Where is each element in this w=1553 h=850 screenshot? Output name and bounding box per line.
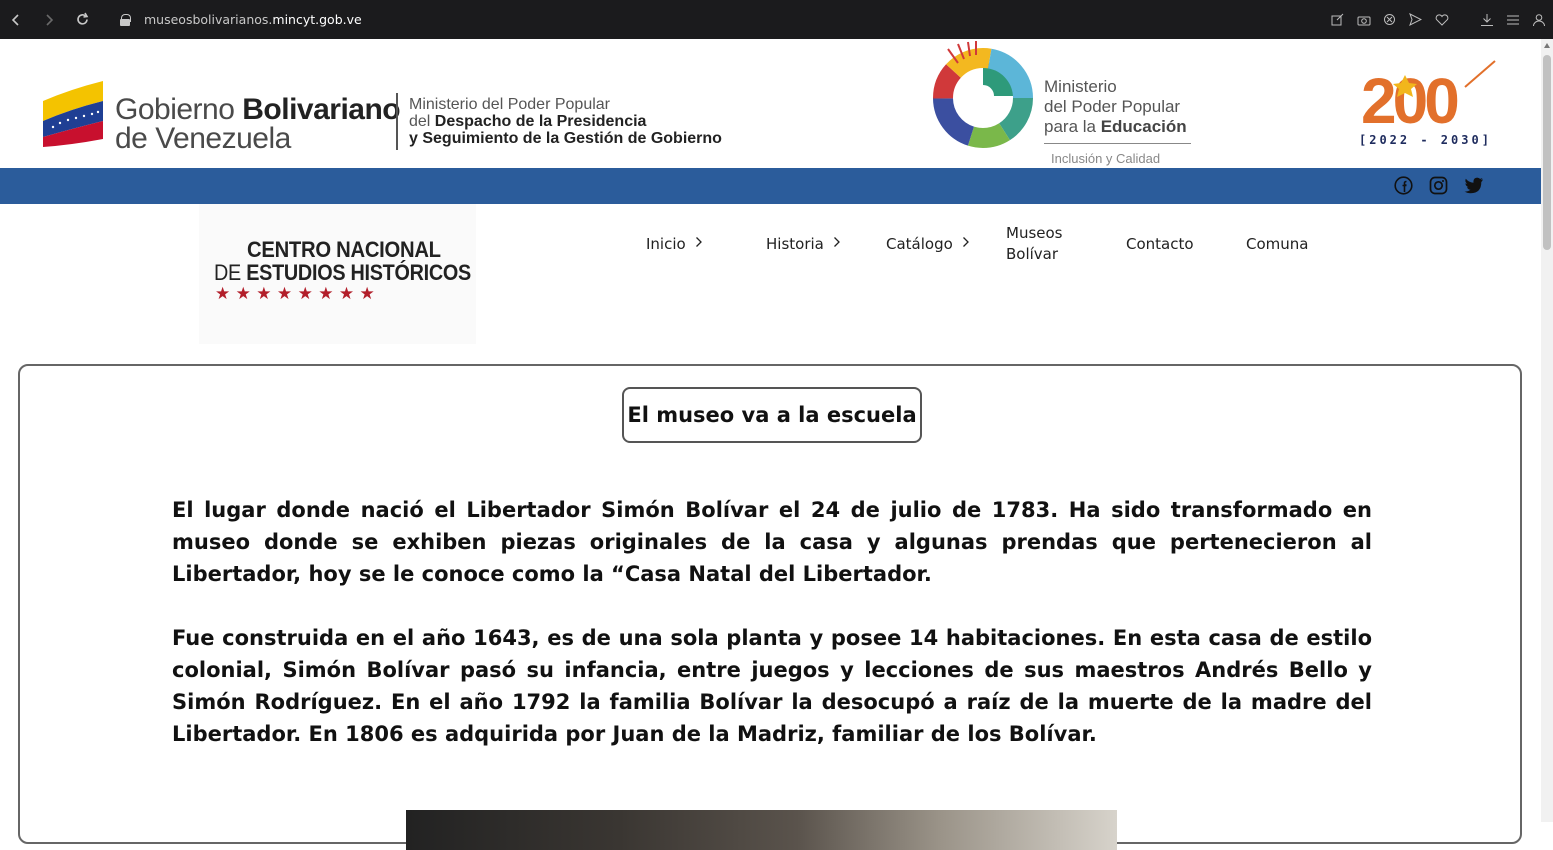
chevron-right-icon <box>833 236 841 252</box>
paragraph-casa-natal: El lugar donde nació el Libertador Simón… <box>172 498 1372 586</box>
instagram-icon[interactable] <box>1427 174 1450 197</box>
chevron-right-icon <box>962 236 970 252</box>
nav-comuna[interactable]: Comuna <box>1246 222 1308 266</box>
nav-inicio[interactable]: Inicio <box>646 222 703 266</box>
page-scrollbar[interactable] <box>1541 39 1553 822</box>
forward-icon[interactable] <box>33 0 65 39</box>
ministerio-educacion-text: Ministerio del Poder Popular para la Edu… <box>1044 77 1187 136</box>
section-heading: El museo va a la escuela <box>622 387 922 443</box>
browser-toolbar: museosbolivarianos.mincyt.gob.ve <box>0 0 1553 39</box>
download-icon[interactable] <box>1478 11 1495 28</box>
url-text: museosbolivarianos.mincyt.gob.ve <box>144 12 362 27</box>
profile-icon[interactable] <box>1530 11 1547 28</box>
social-links <box>1392 174 1485 197</box>
cneh-stars: ★ ★ ★ ★ ★ ★ ★ ★ <box>215 284 375 304</box>
government-header: Gobierno Bolivariano de Venezuela Minist… <box>0 39 1541 168</box>
edu-slogan: Inclusión y Calidad <box>1051 151 1161 166</box>
nav-comuna-label: Comuna <box>1246 235 1309 253</box>
ministerio-despacho-text: Ministerio del Poder Popular del Despach… <box>409 96 722 147</box>
nav-historia[interactable]: Historia <box>766 222 841 266</box>
bicentenario-200-number: 200 <box>1361 65 1457 137</box>
address-bar[interactable]: museosbolivarianos.mincyt.gob.ve <box>120 0 362 39</box>
content-card: El museo va a la escuela El lugar donde … <box>18 364 1522 850</box>
nav-museos-bolivar[interactable]: Museos Bolívar <box>1006 222 1062 266</box>
twitter-icon[interactable] <box>1462 174 1485 197</box>
gobierno-logo-text: Gobierno Bolivariano de Venezuela <box>115 93 401 155</box>
venezuela-flag-logo <box>43 81 103 147</box>
paragraph-historia-casa: Fue construida en el año 1643, es de una… <box>172 626 1372 746</box>
nav-historia-label: Historia <box>766 235 824 253</box>
edu-underline <box>1044 143 1191 144</box>
chevron-right-icon <box>695 236 703 252</box>
bicentenario-200-logo: 200 [2022 - 2030] <box>1359 60 1496 147</box>
cneh-logo[interactable]: CENTRO NACIONAL DE ESTUDIOS HISTÓRICOS ★… <box>199 204 476 344</box>
nav-contacto-label: Contacto <box>1126 235 1194 253</box>
menu-icon[interactable] <box>1504 11 1521 28</box>
nav-museos-label: Museos Bolívar <box>1006 224 1063 263</box>
heart-icon[interactable] <box>1433 11 1450 28</box>
scrollbar-thumb[interactable] <box>1543 55 1551 250</box>
nav-inicio-label: Inicio <box>646 235 686 253</box>
museum-photo <box>406 810 1117 850</box>
browser-actions <box>1329 0 1547 39</box>
block-icon[interactable] <box>1381 11 1398 28</box>
edit-icon[interactable] <box>1329 11 1346 28</box>
nav-catalogo[interactable]: Catálogo <box>886 222 970 266</box>
blue-social-bar <box>0 168 1541 204</box>
scroll-up-icon[interactable] <box>1544 43 1550 48</box>
nav-catalogo-label: Catálogo <box>886 235 953 253</box>
camera-icon[interactable] <box>1355 11 1372 28</box>
facebook-icon[interactable] <box>1392 174 1415 197</box>
lock-icon <box>120 13 131 26</box>
send-icon[interactable] <box>1407 11 1424 28</box>
cneh-line2: DE ESTUDIOS HISTÓRICOS <box>214 260 472 285</box>
back-icon[interactable] <box>0 0 32 39</box>
reload-icon[interactable] <box>66 0 98 39</box>
logo-divider <box>396 93 398 150</box>
educacion-ring-logo <box>933 41 1033 148</box>
nav-contacto[interactable]: Contacto <box>1126 222 1194 266</box>
bicentenario-years: [2022 - 2030] <box>1359 133 1492 147</box>
